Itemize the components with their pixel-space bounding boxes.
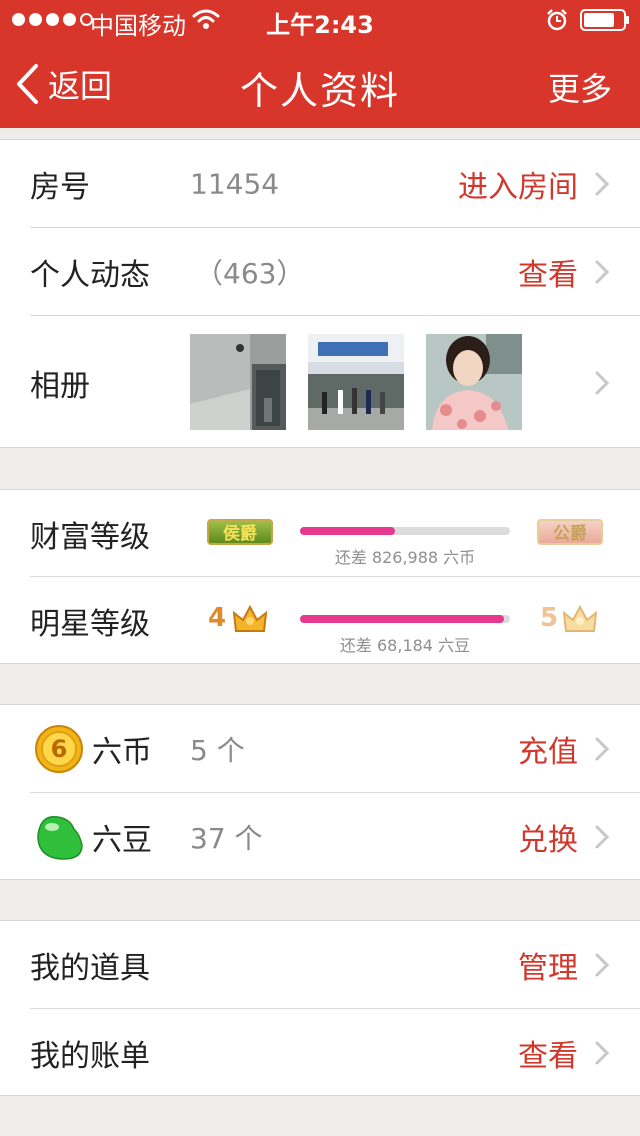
room-label: 房号 xyxy=(30,170,90,205)
coins-label: 六币 xyxy=(92,735,152,770)
chevron-right-icon xyxy=(595,172,610,196)
wealth-level-label: 财富等级 xyxy=(30,519,150,555)
wealth-next-badge: 公爵 xyxy=(537,519,603,545)
wealth-level-row: 财富等级 侯爵 还差 826,988 六币 公爵 xyxy=(0,490,640,577)
room-number: 11454 xyxy=(190,167,280,201)
beans-amount: 37 个 xyxy=(190,822,263,855)
album-label: 相册 xyxy=(30,368,90,404)
wealth-current-badge: 侯爵 xyxy=(207,519,273,545)
album-photo-1[interactable] xyxy=(190,334,286,430)
bill-label: 我的账单 xyxy=(30,1039,150,1074)
page-title: 个人资料 xyxy=(239,69,400,113)
star-progress-fill xyxy=(300,615,504,623)
moments-label: 个人动态 xyxy=(30,258,150,293)
bill-row[interactable]: 我的账单 查看 xyxy=(0,1009,640,1097)
room-row[interactable]: 房号 11454 进入房间 xyxy=(0,140,640,228)
beans-row[interactable]: 六豆 37 个 兑换 xyxy=(0,793,640,881)
crown-icon xyxy=(562,604,598,632)
exchange-button[interactable]: 兑换 xyxy=(518,815,578,859)
six-coin-icon: 6 xyxy=(35,725,83,773)
star-level-label: 明星等级 xyxy=(30,607,150,642)
album-photo-2[interactable] xyxy=(308,334,404,430)
props-label: 我的道具 xyxy=(30,951,150,986)
currency-group: 6 六币 5 个 充值 六豆 37 个 兑换 xyxy=(0,704,640,880)
star-current-level: 4 xyxy=(208,603,227,633)
header-bar: 中国移动 上午2:43 返回 个人资料 更多 xyxy=(0,0,640,128)
coins-amount: 5 个 xyxy=(190,734,245,767)
chevron-right-icon xyxy=(595,1041,610,1065)
moments-row[interactable]: 个人动态 （463） 查看 xyxy=(0,228,640,316)
wealth-progress-bar xyxy=(300,527,510,535)
star-progress-bar xyxy=(300,615,510,623)
coins-row[interactable]: 6 六币 5 个 充值 xyxy=(0,705,640,793)
navigation-bar: 返回 个人资料 更多 xyxy=(0,40,640,128)
recharge-button[interactable]: 充值 xyxy=(518,727,578,771)
wealth-progress-fill xyxy=(300,527,395,535)
profile-info-group: 房号 11454 进入房间 个人动态 （463） 查看 相册 xyxy=(0,139,640,448)
album-photo-3[interactable] xyxy=(426,334,522,430)
svg-text:6: 6 xyxy=(51,735,68,763)
chevron-right-icon xyxy=(595,260,610,284)
view-moments-button[interactable]: 查看 xyxy=(518,250,578,294)
props-row[interactable]: 我的道具 管理 xyxy=(0,921,640,1009)
battery-icon xyxy=(580,9,629,31)
chevron-right-icon xyxy=(595,371,610,394)
beans-label: 六豆 xyxy=(92,823,152,858)
chevron-right-icon xyxy=(595,953,610,977)
levels-group: 财富等级 侯爵 还差 826,988 六币 公爵 明星等级 4 还差 68,18… xyxy=(0,489,640,664)
status-time: 上午2:43 xyxy=(266,11,374,39)
wealth-remaining-text: 还差 826,988 六币 xyxy=(334,548,476,567)
enter-room-button[interactable]: 进入房间 xyxy=(458,162,578,206)
manage-props-button[interactable]: 管理 xyxy=(518,943,578,987)
chevron-right-icon xyxy=(595,737,610,761)
chevron-right-icon xyxy=(595,825,610,849)
crown-icon xyxy=(232,604,268,632)
moments-count: （463） xyxy=(195,257,305,290)
alarm-icon xyxy=(547,9,567,31)
star-next-level: 5 xyxy=(540,603,559,633)
star-level-row: 明星等级 4 还差 68,184 六豆 5 xyxy=(0,577,640,665)
misc-group: 我的道具 管理 我的账单 查看 xyxy=(0,920,640,1096)
status-bar: 中国移动 上午2:43 xyxy=(0,0,640,40)
album-row[interactable]: 相册 xyxy=(0,316,640,449)
view-bill-button[interactable]: 查看 xyxy=(518,1031,578,1075)
green-bean-icon xyxy=(37,815,83,860)
star-remaining-text: 还差 68,184 六豆 xyxy=(339,636,471,655)
more-button[interactable]: 更多 xyxy=(548,64,612,110)
